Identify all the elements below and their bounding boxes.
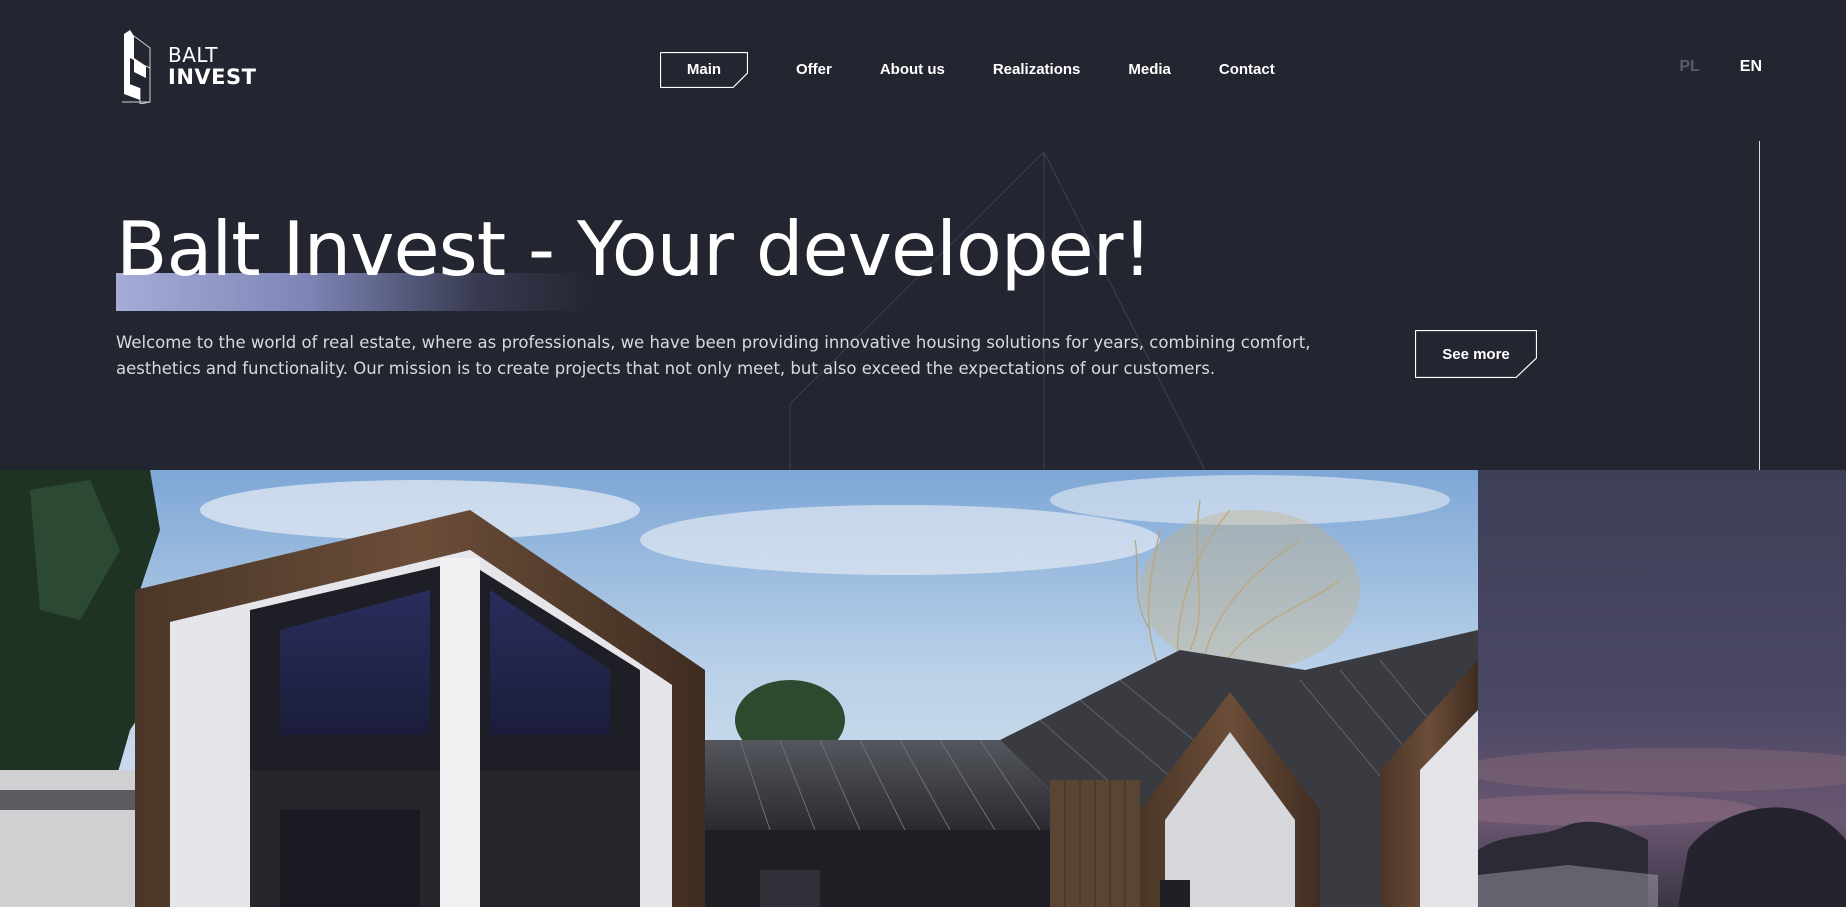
brand-name-line1: BALT [168,43,219,68]
page: BALT INVEST Main Offer About us Realizat… [0,0,1846,907]
secondary-slide-photo [1478,470,1846,907]
language-option-en[interactable]: EN [1740,58,1762,76]
brand-name-line2: INVEST [168,65,257,90]
page-title: Balt Invest - Your developer! [116,205,1153,293]
brand-name: BALT INVEST [168,43,257,90]
nav-item-realizations[interactable]: Realizations [993,61,1081,78]
house-illustration [0,470,1478,907]
hero-description: Welcome to the world of real estate, whe… [116,333,1311,378]
brand-logo[interactable]: BALT INVEST [120,30,256,104]
main-nav: Main Offer About us Realizations Media C… [660,51,1323,88]
nav-item-offer[interactable]: Offer [796,61,832,78]
dusk-illustration [1478,470,1846,907]
building-logo-icon [122,30,151,104]
nav-item-label: Main [686,60,722,78]
see-more-button[interactable]: See more [1415,330,1537,378]
hero-house-photo [0,470,1478,907]
nav-item-main[interactable]: Main [660,52,748,88]
nav-item-contact[interactable]: Contact [1219,61,1275,78]
language-option-pl[interactable]: PL [1679,58,1699,76]
see-more-label: See more [1442,345,1510,363]
nav-item-about-us[interactable]: About us [880,61,945,78]
language-switcher: PL EN [1679,58,1762,76]
nav-item-media[interactable]: Media [1128,61,1171,78]
